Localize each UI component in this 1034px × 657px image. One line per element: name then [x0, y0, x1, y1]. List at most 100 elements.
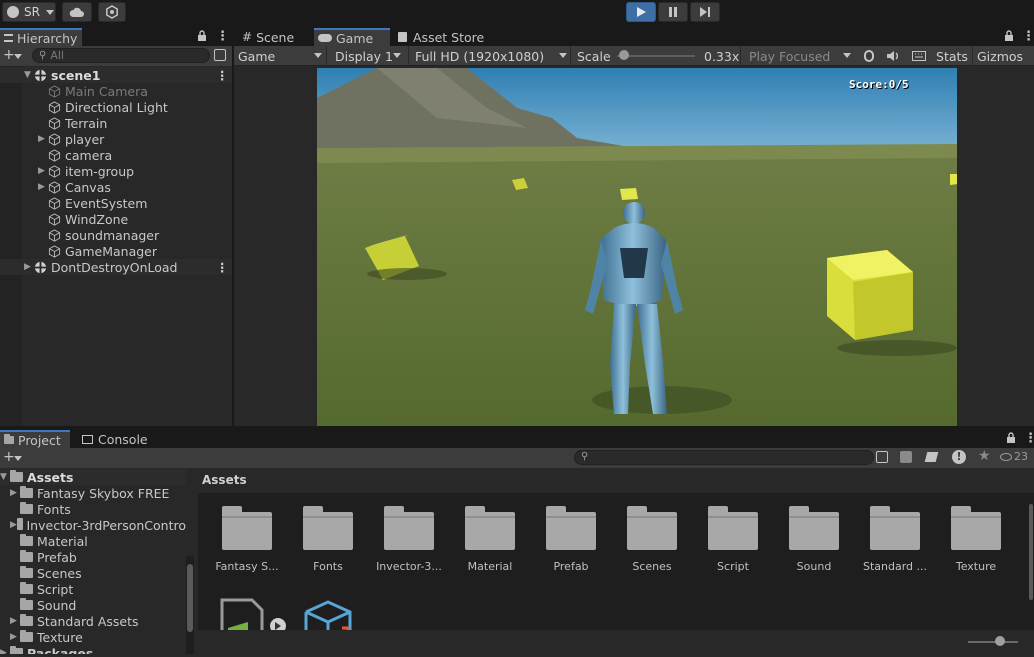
cloud-button[interactable]	[62, 2, 92, 22]
hierarchy-item[interactable]: EventSystem	[0, 195, 232, 211]
expand-arrow-icon[interactable]: ▶	[10, 632, 20, 642]
asset-folder[interactable]: Fantasy S...	[208, 506, 286, 573]
chevron-down-icon[interactable]	[14, 456, 22, 461]
grid-scrollbar[interactable]	[1028, 494, 1034, 630]
expand-arrow-icon[interactable]: ▶	[0, 648, 10, 654]
tab-scene[interactable]: # Scene	[238, 28, 310, 46]
asset-folder[interactable]: Script	[694, 506, 772, 573]
icon-size-slider-thumb[interactable]	[995, 636, 1005, 646]
play-button[interactable]	[626, 2, 656, 22]
expand-arrow-icon[interactable]: ▼	[0, 472, 10, 482]
breadcrumb-assets[interactable]: Assets	[202, 473, 247, 487]
account-button[interactable]: SR	[2, 2, 56, 22]
expand-arrow-icon[interactable]: ▶	[24, 262, 34, 272]
project-tree-item[interactable]: Sound	[0, 597, 186, 613]
tab-asset-store[interactable]: Asset Store	[394, 28, 490, 46]
tree-scrollbar[interactable]	[186, 556, 194, 654]
hierarchy-item[interactable]: soundmanager	[0, 227, 232, 243]
dontdestroy-row[interactable]: ▶ DontDestroyOnLoad ⋮	[0, 259, 232, 275]
collab-button[interactable]	[98, 2, 126, 22]
assets-root-row[interactable]: ▼ Assets	[0, 469, 186, 485]
stats-button[interactable]: Stats	[934, 46, 970, 66]
frame-debugger-button[interactable]	[858, 46, 880, 66]
resolution-dropdown[interactable]: Full HD (1920x1080)	[408, 46, 568, 66]
scene-search-icon[interactable]	[214, 49, 226, 61]
lock-icon[interactable]	[197, 30, 207, 45]
mute-audio-button[interactable]	[882, 46, 904, 66]
project-tree-item[interactable]: Prefab	[0, 549, 186, 565]
hierarchy-item[interactable]: camera	[0, 147, 232, 163]
project-search-input[interactable]: ⚲	[574, 450, 874, 465]
chevron-down-icon[interactable]	[14, 54, 22, 59]
game-mode-dropdown[interactable]: Game	[238, 46, 322, 66]
asset-folder[interactable]: Standard ...	[856, 506, 934, 573]
asset-folder[interactable]: Invector-3...	[370, 506, 448, 573]
filter-type-icon[interactable]	[900, 451, 912, 463]
warning-filter-icon[interactable]: !	[952, 450, 966, 464]
project-tree-item[interactable]: ▶ Invector-3rdPersonContro	[0, 517, 186, 533]
tab-hierarchy[interactable]: Hierarchy	[0, 28, 82, 46]
asset-folder[interactable]: Prefab	[532, 506, 610, 573]
shortcuts-button[interactable]	[908, 46, 930, 66]
expand-arrow-icon[interactable]: ▶	[10, 520, 17, 530]
scene-row[interactable]: ▼ scene1 ⋮	[0, 67, 232, 83]
asset-folder[interactable]: Scenes	[613, 506, 691, 573]
hierarchy-item[interactable]: GameManager	[0, 243, 232, 259]
more-options-icon[interactable]: ⋮	[1024, 431, 1034, 446]
asset-script-preview[interactable]	[220, 598, 286, 630]
grid-scrollbar-thumb[interactable]	[1029, 504, 1033, 600]
dontdestroy-options-icon[interactable]: ⋮	[216, 260, 229, 275]
expand-arrow-icon[interactable]: ▶	[38, 134, 48, 144]
hierarchy-item[interactable]: ▶ Canvas	[0, 179, 232, 195]
project-tree-item[interactable]: Scenes	[0, 565, 186, 581]
hierarchy-search-input[interactable]: ⚲ All	[32, 48, 210, 63]
hierarchy-item[interactable]: ▶ item-group	[0, 163, 232, 179]
expand-arrow-icon[interactable]: ▶	[10, 616, 20, 626]
star-icon[interactable]: ★	[978, 448, 991, 464]
gizmos-button[interactable]: Gizmos	[972, 46, 1030, 66]
scale-slider-thumb[interactable]	[619, 50, 630, 60]
step-button[interactable]	[690, 2, 720, 22]
asset-folder[interactable]: Material	[451, 506, 529, 573]
game-viewport[interactable]: Score:0/5	[317, 68, 957, 426]
project-tree-item[interactable]: Fonts	[0, 501, 186, 517]
tab-console[interactable]: Console	[78, 430, 158, 448]
asset-folder[interactable]: Texture	[937, 506, 1015, 573]
hierarchy-item[interactable]: Directional Light	[0, 99, 232, 115]
label-tag-icon[interactable]	[924, 452, 939, 462]
game-mode-label: Game	[238, 48, 276, 64]
tab-project[interactable]: Project	[0, 430, 70, 448]
expand-arrow-icon[interactable]: ▶	[38, 166, 48, 176]
icon-size-slider-track[interactable]	[968, 641, 1018, 643]
pause-button[interactable]	[658, 2, 688, 22]
hierarchy-item[interactable]: ▶ player	[0, 131, 232, 147]
display-dropdown[interactable]: Display 1	[326, 46, 406, 66]
lock-icon[interactable]	[1004, 30, 1014, 45]
more-options-icon[interactable]: ⋮	[1022, 29, 1034, 44]
project-tree-item[interactable]: Script	[0, 581, 186, 597]
asset-folder[interactable]: Sound	[775, 506, 853, 573]
project-tree-item[interactable]: ▶ Texture	[0, 629, 186, 645]
add-icon[interactable]: +	[3, 47, 15, 63]
search-by-type-icon[interactable]	[876, 451, 888, 463]
lock-icon[interactable]	[1006, 432, 1016, 447]
hierarchy-item[interactable]: Main Camera	[0, 83, 232, 99]
packages-row[interactable]: ▶ Packages	[0, 645, 186, 654]
hidden-packages-toggle[interactable]: 23	[1000, 450, 1028, 463]
expand-arrow-icon[interactable]: ▶	[10, 488, 20, 498]
play-mode-dropdown[interactable]: Play Focused	[740, 46, 854, 66]
asset-folder[interactable]: Fonts	[289, 506, 367, 573]
project-tree-item[interactable]: Material	[0, 533, 186, 549]
hierarchy-item[interactable]: Terrain	[0, 115, 232, 131]
more-options-icon[interactable]: ⋮	[216, 29, 229, 44]
project-tree-item[interactable]: ▶ Fantasy Skybox FREE	[0, 485, 186, 501]
expand-arrow-icon[interactable]: ▼	[24, 70, 34, 80]
asset-prefab-preview[interactable]	[302, 598, 352, 630]
tab-game[interactable]: Game	[314, 28, 390, 46]
scene-options-icon[interactable]: ⋮	[216, 68, 229, 83]
expand-arrow-icon[interactable]: ▶	[38, 182, 48, 192]
project-tree-item[interactable]: ▶ Standard Assets	[0, 613, 186, 629]
add-icon[interactable]: +	[3, 449, 15, 465]
tree-scrollbar-thumb[interactable]	[187, 564, 193, 632]
hierarchy-item[interactable]: WindZone	[0, 211, 232, 227]
